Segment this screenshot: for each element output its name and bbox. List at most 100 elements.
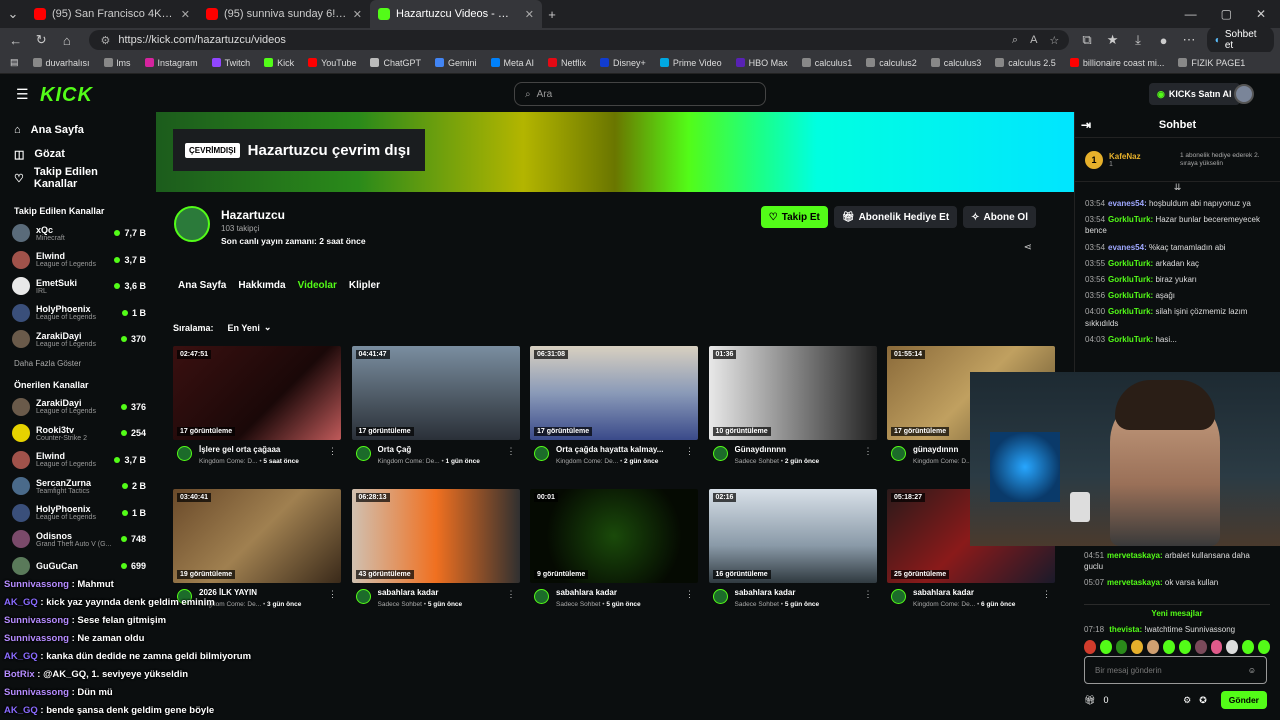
video-channel-avatar[interactable] xyxy=(355,446,371,461)
sidebar-channel[interactable]: Elwind League of Legends 3,7 B xyxy=(0,447,156,474)
video-title[interactable]: Günaydınnnn xyxy=(735,445,863,454)
video-menu-icon[interactable]: ⋮ xyxy=(685,446,694,457)
emote-icon[interactable] xyxy=(1242,639,1255,654)
bookmark-item[interactable]: Instagram xyxy=(144,58,198,68)
video-menu-icon[interactable]: ⋮ xyxy=(864,446,873,457)
video-thumbnail[interactable]: 01:36 10 görüntüleme xyxy=(708,346,877,440)
msg-user[interactable]: evanes54: xyxy=(1108,199,1147,208)
video-channel-avatar[interactable] xyxy=(355,589,371,604)
bookmark-item[interactable]: calculus2 xyxy=(866,58,917,68)
bookmark-item[interactable]: Prime Video xyxy=(659,58,722,68)
sidebar-channel[interactable]: xQc Minecraft 7,7 B xyxy=(0,220,156,247)
video-channel-avatar[interactable] xyxy=(891,589,906,604)
bookmark-item[interactable]: YouTube xyxy=(308,58,356,68)
video-card[interactable]: 00:01 9 görüntüleme sabahlara kadar Sadece … xyxy=(530,489,698,617)
chat-input[interactable]: Bir mesaj gönderin ☺ xyxy=(1084,656,1267,684)
sidebar-channel[interactable]: Odisnos Grand Theft Auto V (G... 748 xyxy=(0,526,156,553)
video-channel-avatar[interactable] xyxy=(534,446,549,461)
share-icon[interactable]: ⋖ xyxy=(1024,242,1032,253)
video-menu-icon[interactable]: ⋮ xyxy=(507,446,516,457)
video-game[interactable]: Kingdom Come: D... xyxy=(199,458,258,465)
emote-icon[interactable] xyxy=(1210,639,1223,654)
follow-button[interactable]: ♡ Takip Et xyxy=(760,206,828,228)
back-icon[interactable]: ← xyxy=(8,33,24,48)
video-card[interactable]: 02:16 16 görüntüleme sabahlara kadar Sadece… xyxy=(708,489,877,617)
video-channel-avatar[interactable] xyxy=(712,589,728,604)
browser-tab[interactable]: (95) San Francisco 4K - Pacific Coa ✕ xyxy=(26,0,198,28)
video-title[interactable]: Orta çağda hayatta kalmay... xyxy=(556,445,684,454)
tab-menu-icon[interactable]: ⌄ xyxy=(0,6,26,22)
favorites-icon[interactable]: ★ xyxy=(1105,32,1121,48)
emote-icon[interactable] xyxy=(1099,639,1112,654)
subscribe-button[interactable]: ✧ Abone Ol xyxy=(963,206,1036,228)
buy-kicks-button[interactable]: ◉ KICKs Satın Al xyxy=(1149,83,1240,105)
tab-ana-sayfa[interactable]: Ana Sayfa xyxy=(178,280,226,291)
tab-close-icon[interactable]: ✕ xyxy=(525,8,534,21)
msg-user[interactable]: GorkluTurk: xyxy=(1108,335,1153,344)
video-title[interactable]: sabahlara kadar xyxy=(378,588,506,597)
bookmark-item[interactable]: duvarhalısı xyxy=(32,58,90,68)
extensions-icon[interactable]: ⧉ xyxy=(1079,32,1095,48)
bookmark-item[interactable]: Meta AI xyxy=(490,58,534,68)
sort-dropdown[interactable]: En Yeni ⌄ xyxy=(222,319,278,336)
video-game[interactable]: Kingdom Come: D... xyxy=(913,458,972,465)
bookmark-item[interactable]: HBO Max xyxy=(735,58,788,68)
channel-name[interactable]: Hazartuzcu xyxy=(221,208,285,222)
tab-close-icon[interactable]: ✕ xyxy=(181,8,190,21)
video-game[interactable]: Kingdom Come: De... xyxy=(913,601,975,608)
close-window-icon[interactable]: ✕ xyxy=(1256,7,1266,21)
new-tab-icon[interactable]: + xyxy=(542,7,562,22)
browser-tab[interactable]: (95) sunniva sunday 6! (singing co ✕ xyxy=(198,0,370,28)
video-thumbnail[interactable]: 00:01 9 görüntüleme xyxy=(530,489,698,583)
emote-icon[interactable] xyxy=(1258,639,1270,654)
video-thumbnail[interactable]: 02:47:51 17 görüntüleme xyxy=(173,346,341,440)
reload-icon[interactable]: ↻ xyxy=(34,32,50,48)
points-icon[interactable]: 🎁︎ xyxy=(1084,695,1095,706)
sidebar-channel[interactable]: Elwind League of Legends 3,7 B xyxy=(0,247,156,274)
video-title[interactable]: sabahlara kadar xyxy=(735,588,863,597)
tab-videolar[interactable]: Videolar xyxy=(298,280,337,291)
video-menu-icon[interactable]: ⋮ xyxy=(507,589,516,600)
video-title[interactable]: Orta Çağ xyxy=(378,445,506,454)
bookmark-item[interactable]: lms xyxy=(103,58,131,68)
emote-icon[interactable] xyxy=(1178,639,1191,654)
search-input[interactable]: ⌕ Ara xyxy=(514,82,766,106)
sidebar-channel[interactable]: SercanZurna Teamfight Tactics 2 B xyxy=(0,473,156,500)
bookmark-item[interactable]: ChatGPT xyxy=(370,58,421,68)
copilot-chat-button[interactable]: ◐ Sohbet et xyxy=(1206,26,1274,54)
bookmark-item[interactable]: Netflix xyxy=(548,58,586,68)
video-thumbnail[interactable]: 03:40:41 19 görüntüleme xyxy=(173,489,341,583)
video-thumbnail[interactable]: 06:31:08 17 görüntüleme xyxy=(530,346,698,440)
emote-icon[interactable] xyxy=(1115,639,1128,654)
tab-klipler[interactable]: Klipler xyxy=(349,280,380,291)
maximize-icon[interactable]: ▢ xyxy=(1221,7,1232,21)
video-title[interactable]: sabahlara kadar xyxy=(913,588,1041,597)
video-channel-avatar[interactable] xyxy=(712,446,728,461)
video-game[interactable]: Sadece Sohbet xyxy=(735,458,779,465)
emote-icon[interactable] xyxy=(1084,639,1096,654)
favorite-star-icon[interactable]: ☆ xyxy=(1049,34,1059,47)
emote-icon[interactable] xyxy=(1131,639,1144,654)
bookmark-item[interactable]: calculus3 xyxy=(930,58,981,68)
video-game[interactable]: Sadece Sohbet xyxy=(556,601,600,608)
emote-icon[interactable] xyxy=(1194,639,1207,654)
gift-sub-button[interactable]: 🎁︎ Abonelik Hediye Et xyxy=(833,206,958,228)
bookmarks-icon[interactable]: ▤ xyxy=(10,57,19,68)
site-info-icon[interactable]: ⚙ xyxy=(101,34,111,47)
video-menu-icon[interactable]: ⋮ xyxy=(328,446,337,457)
video-game[interactable]: Kingdom Come: De... xyxy=(556,458,618,465)
msg-user[interactable]: GorkluTurk: xyxy=(1108,259,1153,268)
sidebar-channel[interactable]: EmetSuki IRL 3,6 B xyxy=(0,273,156,300)
video-thumbnail[interactable]: 04:41:47 17 görüntüleme xyxy=(351,346,520,440)
profile-icon[interactable]: ● xyxy=(1156,33,1172,48)
show-more-followed[interactable]: Daha Fazla Göster xyxy=(0,353,156,374)
gift-leaderboard[interactable]: 1 KafeNaz 1 1 abonelik hediye ederek 2. … xyxy=(1075,138,1280,182)
msg-user[interactable]: GorkluTurk: xyxy=(1108,215,1153,224)
more-icon[interactable]: ⋯ xyxy=(1181,32,1197,48)
video-channel-avatar[interactable] xyxy=(177,446,192,461)
video-thumbnail[interactable]: 06:28:13 43 görüntüleme xyxy=(351,489,520,583)
sidebar-nav-item[interactable]: ◫ Gözat xyxy=(0,142,156,166)
video-menu-icon[interactable]: ⋮ xyxy=(685,589,694,600)
video-card[interactable]: 02:47:51 17 görüntüleme İşlere gel orta ça… xyxy=(173,346,341,474)
sidebar-channel[interactable]: HolyPhoenix League of Legends 1 B xyxy=(0,500,156,527)
